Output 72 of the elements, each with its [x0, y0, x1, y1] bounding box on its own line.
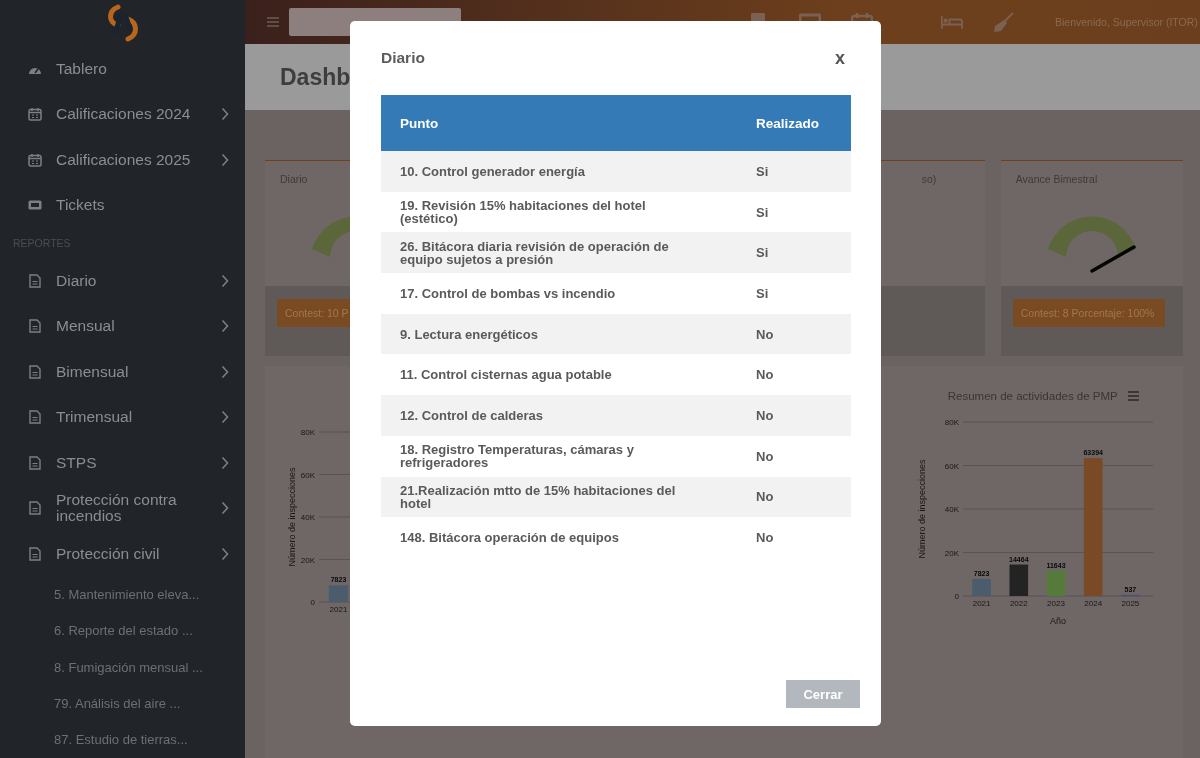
table-cell: Si: [737, 191, 851, 233]
ticket-icon: [28, 198, 42, 213]
document-icon: [28, 273, 42, 288]
sidebar-item[interactable]: Diario: [0, 258, 245, 304]
tick-label: 20K: [300, 555, 315, 565]
table-cell: No: [737, 476, 851, 518]
column-header: Punto: [381, 95, 737, 151]
close-button[interactable]: x: [829, 47, 851, 69]
table-cell: No: [737, 517, 851, 558]
axis-title: Número de inspecciones: [287, 467, 297, 567]
sidebar-item[interactable]: Bimensual: [0, 349, 245, 395]
table-cell: Si: [737, 151, 851, 192]
sidebar-item[interactable]: Calificaciones 2024: [0, 91, 245, 137]
tick-label: 2024: [1084, 599, 1102, 608]
document-icon: [28, 319, 42, 334]
menu-icon[interactable]: [267, 17, 279, 27]
broom-icon[interactable]: [993, 12, 1015, 32]
tick-label: 2021: [972, 599, 991, 608]
document-icon: [28, 455, 42, 470]
table-cell: 21.Realización mtto de 15% habitaciones del hotel: [381, 476, 737, 518]
table-cell: 18. Registro Temperaturas, cámaras y refrigeradores: [381, 435, 737, 477]
document-icon: [28, 546, 42, 561]
document-icon: [28, 364, 42, 379]
calendar-icon: [28, 107, 42, 122]
table-cell: 11. Control cisternas agua potable: [381, 354, 737, 396]
calendar-icon: [28, 152, 42, 167]
table-cell: 12. Control de calderas: [381, 395, 737, 436]
table-cell: Si: [737, 273, 851, 314]
submenu-item[interactable]: 87. Estudio de tierras...: [0, 721, 245, 758]
axis-title: Año: [1049, 616, 1066, 626]
submenu-item[interactable]: 79. Análisis del aire ...: [0, 685, 245, 722]
document-icon: [28, 410, 42, 425]
axis-title: Número de inspecciones: [916, 459, 927, 559]
logo-icon: [105, 3, 140, 43]
tick-label: 2023: [1046, 599, 1065, 608]
table-cell: 26. Bitácora diaria revisión de operación de equipo sujetos a presión: [381, 232, 737, 274]
table-cell: Si: [737, 232, 851, 274]
table-cell: 17. Control de bombas vs incendio: [381, 273, 737, 314]
tick-label: 60K: [944, 461, 959, 471]
document-icon: [28, 501, 42, 516]
table-cell: No: [737, 395, 851, 436]
table-cell: No: [737, 435, 851, 477]
tick-label: 20K: [944, 548, 959, 558]
tick-label: 40K: [944, 505, 959, 514]
menu-icon[interactable]: [1127, 391, 1139, 401]
tick-label: 2021: [329, 605, 348, 614]
sidebar-item[interactable]: Calificaciones 2025: [0, 137, 245, 183]
column-header: Realizado: [737, 95, 851, 151]
tick-label: 40K: [300, 513, 315, 522]
dialog-title: Diario: [381, 49, 425, 67]
sidebar-item[interactable]: Tickets: [0, 182, 245, 228]
sidebar-item[interactable]: STPS: [0, 440, 245, 486]
sidebar-item[interactable]: Protección civil: [0, 531, 245, 577]
sidebar-item[interactable]: Tablero: [0, 46, 245, 92]
sidebar-item[interactable]: Mensual: [0, 303, 245, 349]
tick-label: 80K: [300, 428, 315, 437]
tick-label: 60K: [300, 470, 315, 480]
tick-label: 2022: [1009, 599, 1028, 608]
table-cell: No: [737, 313, 851, 355]
tick-label: 80K: [944, 418, 959, 427]
table-cell: 9. Lectura energéticos: [381, 313, 737, 355]
table-cell: No: [737, 354, 851, 396]
table-cell: 10. Control generador energía: [381, 151, 737, 192]
sidebar-item[interactable]: Protección contra incendios: [0, 485, 245, 531]
sidebar-item[interactable]: Trimensual: [0, 394, 245, 440]
submenu-item[interactable]: 6. Reporte del estado ...: [0, 612, 245, 650]
tick-label: 2025: [1121, 599, 1140, 608]
page-title: Dashb: [280, 63, 351, 91]
table-cell: 148. Bitácora operación de equipos: [381, 517, 737, 558]
table-cell: 19. Revisión 15% habitaciones del hotel (estético): [381, 191, 737, 233]
submenu-item[interactable]: 5. Mantenimiento eleva...: [0, 576, 245, 613]
submenu-item[interactable]: 8. Fumigación mensual ...: [0, 649, 245, 686]
